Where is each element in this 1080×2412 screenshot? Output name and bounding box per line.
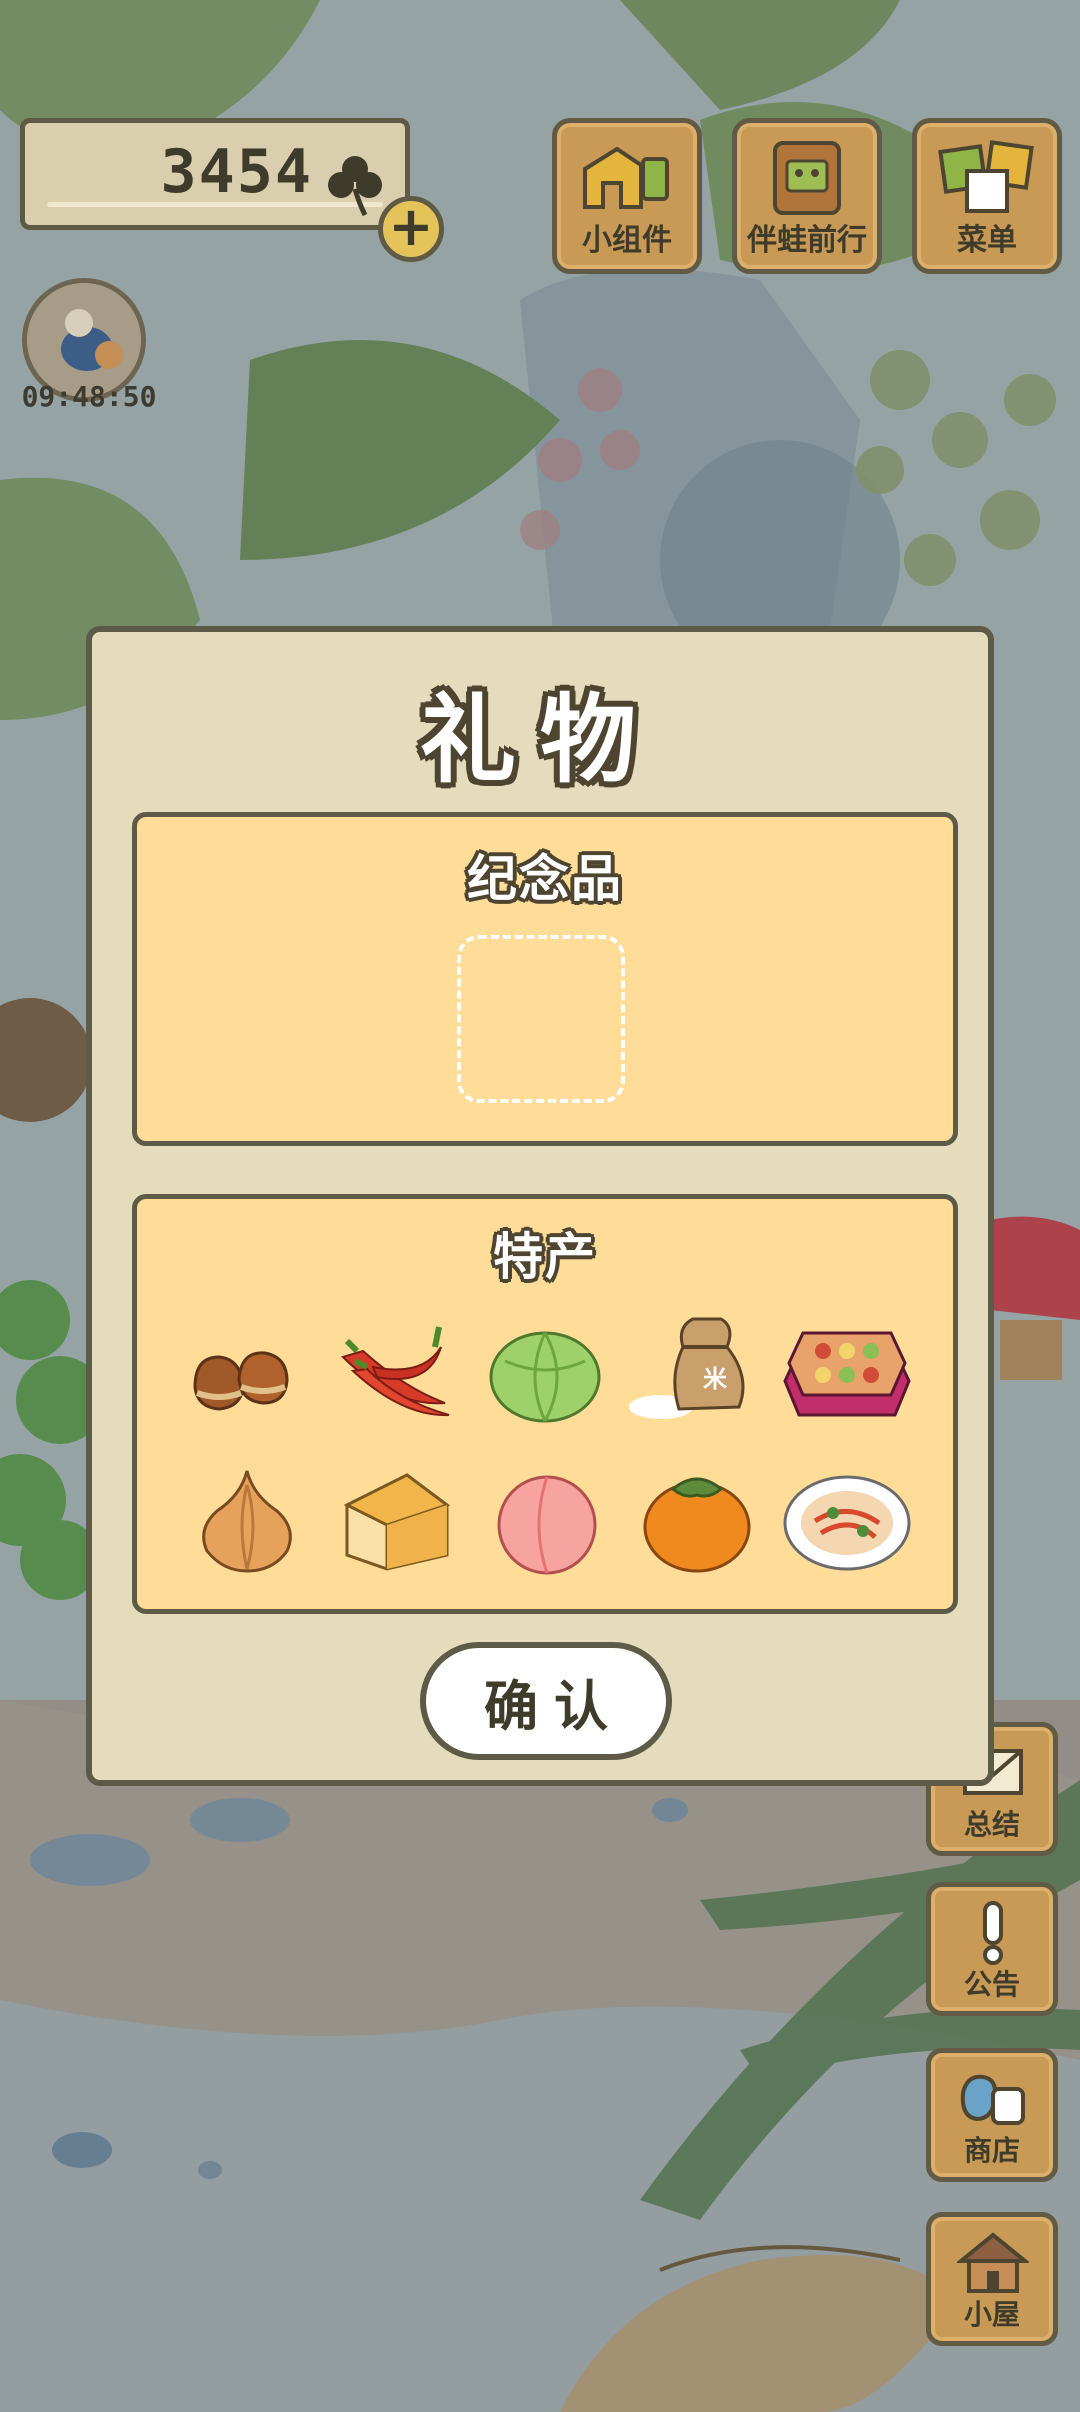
frog-companion-icon — [773, 141, 841, 215]
house-button[interactable]: 小屋 — [926, 2212, 1058, 2346]
cheese-icon[interactable] — [337, 1465, 457, 1575]
shop-bag-icon — [960, 2074, 1025, 2125]
frog-companion-label: 伴蛙前行 — [747, 223, 867, 258]
clover-icon — [328, 156, 382, 217]
plus-icon: + — [388, 195, 434, 258]
clover-count: 3454 — [160, 137, 313, 207]
house-icon — [957, 2232, 1029, 2293]
widget-icon — [583, 146, 669, 209]
peach-icon[interactable] — [487, 1465, 607, 1575]
dialog-title: 礼物 — [420, 684, 660, 796]
house-label: 小屋 — [963, 2298, 1020, 2331]
onion-icon[interactable] — [187, 1465, 307, 1575]
notice-button[interactable]: 公告 — [926, 1882, 1058, 2016]
menu-icon — [938, 140, 1034, 213]
summary-label: 总结 — [963, 1808, 1020, 1841]
widget-label: 小组件 — [582, 223, 672, 258]
widget-button[interactable]: 小组件 — [552, 118, 702, 274]
gift-dialog: 礼物 纪念品 特产 米 确认 — [86, 626, 994, 1786]
shop-label: 商店 — [963, 2134, 1020, 2167]
specialty-panel: 特产 米 — [132, 1194, 958, 1614]
rice-bag-icon[interactable]: 米 — [627, 1307, 757, 1427]
chestnut-icon[interactable] — [181, 1317, 301, 1427]
specialty-title: 特产 — [493, 1228, 597, 1286]
cabbage-icon[interactable] — [485, 1317, 605, 1427]
persimmon-icon[interactable] — [637, 1465, 757, 1575]
confirm-label: 确认 — [484, 1674, 624, 1738]
add-clover-button[interactable]: + — [378, 196, 444, 262]
bento-box-icon[interactable] — [779, 1311, 915, 1427]
souvenir-empty-slot[interactable] — [457, 935, 625, 1103]
frog-companion-button[interactable]: 伴蛙前行 — [732, 118, 882, 274]
notice-label: 公告 — [963, 1968, 1020, 2001]
souvenir-panel: 纪念品 — [132, 812, 958, 1146]
souvenir-title: 纪念品 — [467, 850, 623, 908]
noodle-plate-icon[interactable] — [781, 1461, 913, 1579]
chili-pepper-icon[interactable] — [333, 1317, 453, 1427]
clover-counter: 3454 — [20, 118, 410, 230]
confirm-button[interactable]: 确认 — [420, 1642, 672, 1760]
menu-button[interactable]: 菜单 — [912, 118, 1062, 274]
svg-text:米: 米 — [703, 1365, 727, 1393]
exclamation-icon — [983, 1901, 1003, 1965]
menu-label: 菜单 — [957, 223, 1017, 258]
travel-timer: 09:48:50 — [21, 380, 157, 413]
shop-button[interactable]: 商店 — [926, 2048, 1058, 2182]
